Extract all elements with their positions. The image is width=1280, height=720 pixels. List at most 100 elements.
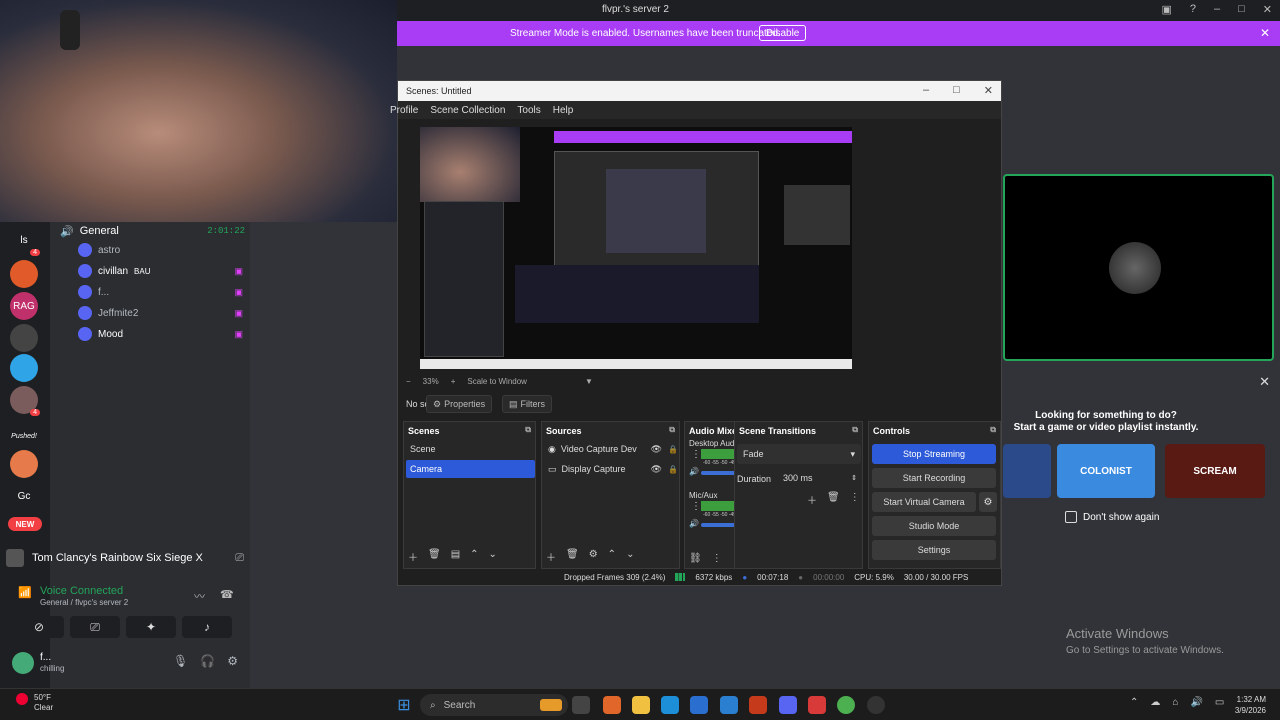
trash-icon[interactable]: 🗑 <box>428 549 441 564</box>
popout-icon[interactable]: ⧉ <box>669 425 675 435</box>
voice-user[interactable]: f... ▣ <box>78 282 243 302</box>
scene-item[interactable]: Camera <box>406 460 535 478</box>
gear-icon[interactable]: ⚙ <box>589 549 598 564</box>
network-icon[interactable]: ⌂ <box>1172 697 1178 708</box>
minimize-icon[interactable]: – <box>1214 3 1220 16</box>
lock-icon[interactable]: 🔒 <box>668 465 678 474</box>
screen-share-button[interactable]: ⎚ <box>70 616 120 638</box>
chevron-up-icon[interactable]: ⌃ <box>608 549 616 564</box>
voice-channel-general[interactable]: 🔊 General 2:01:22 <box>60 222 245 240</box>
avatar[interactable] <box>12 652 34 674</box>
close-icon[interactable]: ✕ <box>1263 3 1272 16</box>
trash-icon[interactable]: 🗑 <box>566 549 579 564</box>
add-icon[interactable]: ＋ <box>546 549 556 564</box>
participant-tile[interactable] <box>1003 174 1274 361</box>
discord-icon[interactable] <box>779 696 797 714</box>
chrome-icon[interactable] <box>837 696 855 714</box>
chevron-down-icon[interactable]: ▼ <box>585 377 593 386</box>
filters-button[interactable]: ▤ Filters <box>502 395 553 413</box>
eye-icon[interactable]: 👁 <box>651 464 662 475</box>
virtual-camera-settings-button[interactable]: ⚙ <box>979 492 997 512</box>
more-icon[interactable]: ⋮ <box>712 553 722 564</box>
dont-show-checkbox[interactable] <box>1065 511 1077 523</box>
store-icon[interactable] <box>690 696 708 714</box>
server-icon[interactable]: 4 <box>10 386 40 416</box>
camera-off-button[interactable]: ⊘ <box>14 616 64 638</box>
add-icon[interactable]: ＋ <box>807 492 817 507</box>
battery-icon[interactable]: ▭ <box>1215 697 1224 708</box>
scene-item[interactable]: Scene <box>406 440 535 458</box>
server-icon[interactable] <box>10 354 38 382</box>
file-explorer-icon[interactable] <box>632 696 650 714</box>
server-icon[interactable]: ls 4 <box>10 226 40 256</box>
activities-button[interactable]: ✦ <box>126 616 176 638</box>
disconnect-icon[interactable]: ☎ <box>220 588 234 601</box>
add-icon[interactable]: ＋ <box>408 549 418 564</box>
more-icon[interactable]: ⋮ <box>850 492 860 507</box>
lock-icon[interactable]: 🔒 <box>668 445 678 454</box>
obs-icon[interactable] <box>867 696 885 714</box>
server-icon[interactable] <box>10 450 38 478</box>
chevron-down-icon[interactable]: ⌄ <box>626 549 634 564</box>
popout-icon[interactable]: ⧉ <box>852 425 858 435</box>
server-icon[interactable] <box>10 260 38 288</box>
headset-icon[interactable]: 🎧 <box>200 654 215 668</box>
mic-icon[interactable]: 🎙 <box>173 654 188 668</box>
source-item[interactable]: ▭ Display Capture 👁 🔒 <box>544 460 678 478</box>
menu-tools[interactable]: Tools <box>517 105 540 116</box>
obs-preview[interactable] <box>420 127 852 369</box>
speaker-icon[interactable]: 🔊 <box>689 467 699 476</box>
server-icon[interactable]: Gc <box>10 482 38 510</box>
soundboard-button[interactable]: ♪ <box>182 616 232 638</box>
game-card-colonist[interactable]: COLONIST <box>1057 444 1155 498</box>
menu-scene-collection[interactable]: Scene Collection <box>430 105 505 116</box>
voice-user[interactable]: Mood ▣ <box>78 324 243 344</box>
game-card-scream[interactable]: SCREAM <box>1165 444 1265 498</box>
help-icon[interactable]: ? <box>1190 3 1196 16</box>
voice-user[interactable]: civillan BAU ▣ <box>78 261 243 281</box>
link-icon[interactable]: ⛓ <box>689 553 702 564</box>
gear-icon[interactable]: ⚙ <box>227 654 238 668</box>
server-icon[interactable] <box>10 324 38 352</box>
menu-profile[interactable]: Profile <box>390 105 418 116</box>
server-icon[interactable]: RAG <box>10 292 38 320</box>
edge-icon[interactable] <box>661 696 679 714</box>
taskbar-clock[interactable]: 1:32 AM 3/9/2026 <box>1235 694 1266 716</box>
transition-select[interactable]: Fade ▾ <box>737 444 861 464</box>
stop-streaming-button[interactable]: Stop Streaming <box>872 444 996 464</box>
new-badge[interactable]: NEW <box>8 517 42 531</box>
zoom-in-icon[interactable]: + <box>451 377 456 386</box>
activity-bar[interactable]: Tom Clancy's Rainbow Six Siege X ⎚ <box>6 546 244 570</box>
server-icon[interactable]: Pushed! <box>10 422 38 450</box>
stepper-icon[interactable]: ⇕ <box>851 474 857 482</box>
duration-field[interactable]: 300 ms ⇕ <box>779 468 861 488</box>
start-virtual-camera-button[interactable]: Start Virtual Camera <box>872 492 976 512</box>
chevron-down-icon[interactable]: ⌄ <box>489 549 497 564</box>
filter-icon[interactable]: ▤ <box>451 549 460 564</box>
noise-suppression-icon[interactable]: 〰 <box>194 588 205 604</box>
copilot-icon[interactable] <box>603 696 621 714</box>
app-icon[interactable] <box>749 696 767 714</box>
outlook-icon[interactable] <box>720 696 738 714</box>
minimize-icon[interactable]: – <box>923 84 929 97</box>
studio-mode-button[interactable]: Studio Mode <box>872 516 996 536</box>
chevron-up-icon[interactable]: ⌃ <box>470 549 478 564</box>
onedrive-icon[interactable]: ☁ <box>1150 697 1160 708</box>
voice-user[interactable]: Jeffmite2 ▣ <box>78 303 243 323</box>
start-recording-button[interactable]: Start Recording <box>872 468 996 488</box>
scale-mode[interactable]: Scale to Window <box>467 377 527 386</box>
settings-button[interactable]: Settings <box>872 540 996 560</box>
taskbar-search[interactable]: ⌕ Search <box>420 694 568 716</box>
speaker-icon[interactable]: 🔊 <box>689 519 699 528</box>
task-view-icon[interactable] <box>572 696 590 714</box>
share-screen-icon[interactable]: ⎚ <box>235 552 244 565</box>
eye-icon[interactable]: 👁 <box>651 444 662 455</box>
popout-icon[interactable]: ⧉ <box>990 425 996 435</box>
disable-button[interactable]: Disable <box>759 25 807 41</box>
game-app-icon[interactable] <box>808 696 826 714</box>
start-button[interactable]: ⊞ <box>395 696 413 714</box>
maximize-icon[interactable]: □ <box>1238 3 1245 16</box>
close-icon[interactable]: ✕ <box>984 84 993 97</box>
inbox-icon[interactable]: ▣ <box>1161 3 1171 16</box>
maximize-icon[interactable]: □ <box>953 84 960 97</box>
